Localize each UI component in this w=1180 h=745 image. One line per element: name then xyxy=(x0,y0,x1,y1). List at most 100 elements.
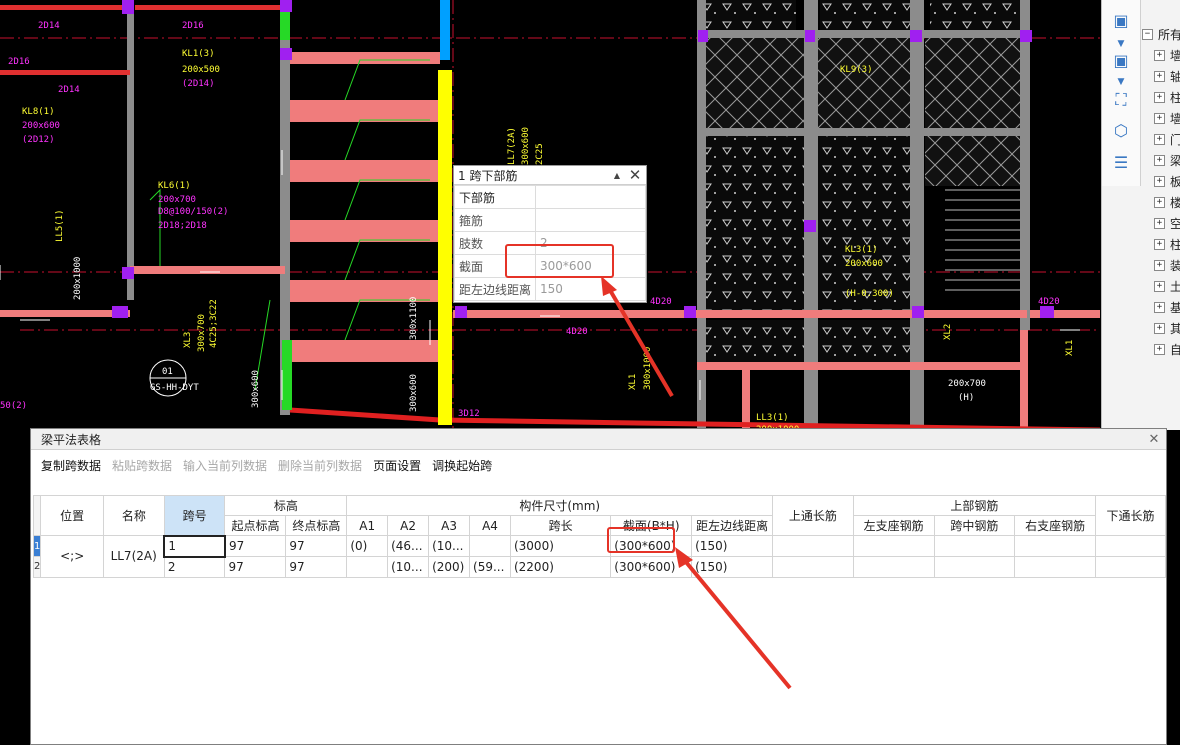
cad-label: GS-HH-DYT xyxy=(150,383,199,393)
a2-cell[interactable]: (46... xyxy=(387,535,430,557)
property-value[interactable]: 150 xyxy=(535,277,646,301)
page-setup-button[interactable]: 页面设置 xyxy=(373,457,421,474)
expand-icon[interactable]: + xyxy=(1154,323,1165,334)
left-support-cell[interactable] xyxy=(852,556,935,578)
expand-icon[interactable]: + xyxy=(1154,92,1165,103)
cube-icon[interactable]: ▣ xyxy=(1108,48,1134,72)
expand-icon[interactable]: + xyxy=(1154,113,1165,124)
tree-item[interactable]: + 板 xyxy=(1142,171,1180,192)
tree-item[interactable]: + 楼 xyxy=(1142,192,1180,213)
cad-label: 2D14 xyxy=(38,21,60,31)
dialog-header: 1 跨下部筋 ▲ ✕ xyxy=(454,166,646,185)
tree-item[interactable]: + 土 xyxy=(1142,276,1180,297)
property-value[interactable] xyxy=(535,185,646,209)
mid-span-cell[interactable] xyxy=(933,556,1016,578)
start-elevation-cell[interactable]: 97 xyxy=(224,535,287,557)
bottom-through-cell[interactable] xyxy=(1095,535,1166,557)
tree-item[interactable]: + 柱 xyxy=(1142,234,1180,255)
tree-item[interactable]: + 墙 xyxy=(1142,108,1180,129)
pin-icon[interactable]: ▲ xyxy=(610,171,624,180)
position-cell[interactable]: <;> xyxy=(40,535,104,578)
a1-cell[interactable]: (0) xyxy=(346,535,389,557)
header-mid-span: 跨中钢筋 xyxy=(933,515,1016,536)
property-value[interactable] xyxy=(535,208,646,232)
close-icon[interactable]: ✕ xyxy=(1142,432,1166,447)
mid-span-cell[interactable] xyxy=(933,535,1016,557)
end-elevation-cell[interactable]: 97 xyxy=(285,556,348,578)
cad-label: KL9(3) xyxy=(840,65,873,75)
beam-table-window: 梁平法表格 ✕ 复制跨数据 粘贴跨数据 输入当前列数据 删除当前列数据 页面设置… xyxy=(30,428,1167,745)
right-support-cell[interactable] xyxy=(1014,535,1097,557)
collapse-icon[interactable]: − xyxy=(1142,29,1153,40)
property-row[interactable]: 下部筋 xyxy=(454,185,646,209)
delete-column-button[interactable]: 删除当前列数据 xyxy=(278,457,362,474)
window-title: 梁平法表格 xyxy=(41,432,102,447)
span-cell[interactable]: 1 xyxy=(163,534,226,558)
row-indicator[interactable]: 2 xyxy=(32,556,42,578)
left-support-cell[interactable] xyxy=(852,535,935,557)
end-elevation-cell[interactable]: 97 xyxy=(285,535,348,557)
tree-item[interactable]: + 基 xyxy=(1142,297,1180,318)
top-through-cell[interactable] xyxy=(772,556,854,578)
input-column-button[interactable]: 输入当前列数据 xyxy=(183,457,267,474)
tree-item[interactable]: + 装 xyxy=(1142,255,1180,276)
table-row[interactable]: 1 <;> LL7(2A) 1 97 97 (0) (46... (10... … xyxy=(32,534,1166,578)
a3-cell[interactable]: (10... xyxy=(428,535,471,557)
tree-item[interactable]: + 空 xyxy=(1142,213,1180,234)
tree-item[interactable]: + 门 xyxy=(1142,129,1180,150)
copy-span-button[interactable]: 复制跨数据 xyxy=(41,457,101,474)
expand-icon[interactable]: + xyxy=(1154,155,1165,166)
a2-cell[interactable]: (10... xyxy=(387,556,430,578)
section-cell[interactable]: (300*600) xyxy=(610,556,693,578)
span-cell[interactable]: 2 xyxy=(163,556,226,578)
property-row[interactable]: 箍筋 xyxy=(454,208,646,232)
a4-cell[interactable] xyxy=(469,535,511,557)
tree-item[interactable]: + 墙 xyxy=(1142,45,1180,66)
highlight-box xyxy=(607,527,675,553)
top-through-cell[interactable] xyxy=(772,535,854,557)
expand-icon[interactable]: + xyxy=(1154,281,1165,292)
bottom-through-cell[interactable] xyxy=(1095,556,1166,578)
start-elevation-cell[interactable]: 97 xyxy=(224,556,287,578)
name-cell[interactable]: LL7(2A) xyxy=(102,535,165,578)
tree-item[interactable]: + 其 xyxy=(1142,318,1180,339)
right-support-cell[interactable] xyxy=(1014,556,1097,578)
header-a3: A3 xyxy=(428,515,471,536)
cube-icon[interactable]: ▣ xyxy=(1108,8,1134,32)
header-elevation: 标高 xyxy=(224,495,348,516)
expand-icon[interactable]: + xyxy=(1154,218,1165,229)
close-icon[interactable]: ✕ xyxy=(624,166,646,184)
list-icon[interactable]: ☰ xyxy=(1108,150,1134,174)
expand-icon[interactable]: + xyxy=(1154,260,1165,271)
a1-cell[interactable] xyxy=(346,556,389,578)
row-indicator[interactable]: 1 xyxy=(32,535,42,557)
header-span[interactable]: 跨号 xyxy=(163,495,226,536)
expand-icon[interactable]: + xyxy=(1154,302,1165,313)
expand-icon[interactable]: + xyxy=(1154,197,1165,208)
span-length-cell[interactable]: (2200) xyxy=(509,556,612,578)
cad-label: 4D20 xyxy=(650,297,672,307)
expand-icon[interactable]: + xyxy=(1154,344,1165,355)
expand-icon[interactable]: + xyxy=(1154,176,1165,187)
expand-icon[interactable]: + xyxy=(1154,71,1165,82)
expand-icon[interactable]: + xyxy=(1154,134,1165,145)
span-length-cell[interactable]: (3000) xyxy=(509,535,612,557)
property-row[interactable]: 距左边线距离 150 xyxy=(454,277,646,301)
table-row[interactable]: 2 2 97 97 (10... (200) (59... (2200) (30… xyxy=(32,556,1166,578)
box-icon[interactable]: ⬡ xyxy=(1108,118,1134,142)
a4-cell[interactable]: (59... xyxy=(469,556,511,578)
tree-item[interactable]: + 自 xyxy=(1142,339,1180,360)
left-distance-cell[interactable]: (150) xyxy=(691,556,774,578)
tree-item[interactable]: + 轴 xyxy=(1142,66,1180,87)
tree-item[interactable]: + 柱 xyxy=(1142,87,1180,108)
left-distance-cell[interactable]: (150) xyxy=(691,535,774,557)
expand-icon[interactable]: + xyxy=(1154,50,1165,61)
tree-item[interactable]: − 所有 xyxy=(1142,24,1180,45)
header-a4: A4 xyxy=(469,515,511,536)
tree-item[interactable]: + 梁 xyxy=(1142,150,1180,171)
paste-span-button[interactable]: 粘贴跨数据 xyxy=(112,457,172,474)
a3-cell[interactable]: (200) xyxy=(428,556,471,578)
expand-icon[interactable]: + xyxy=(1154,239,1165,250)
swap-start-span-button[interactable]: 调换起始跨 xyxy=(432,457,492,474)
fullscreen-icon[interactable]: ⛶ xyxy=(1108,88,1134,112)
